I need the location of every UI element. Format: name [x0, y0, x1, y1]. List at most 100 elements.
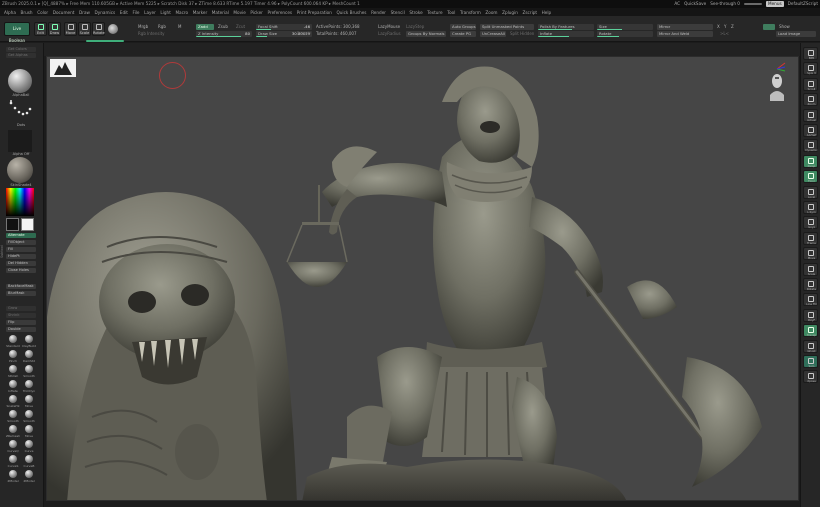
- lazy-step-slider[interactable]: LazyStep: [406, 24, 424, 29]
- material-thumbnail-icon[interactable]: [7, 157, 33, 183]
- view-floor-button[interactable]: Floor: [803, 170, 818, 184]
- view-ghost-button[interactable]: Ghost: [803, 339, 818, 353]
- view-local-button[interactable]: Local: [803, 185, 818, 199]
- menu-color[interactable]: Color: [37, 10, 48, 15]
- lazy-mouse-button[interactable]: LazyMouse: [378, 24, 400, 29]
- groups-by-normals-button[interactable]: Groups By Normals: [406, 31, 446, 37]
- viewport-canvas[interactable]: [46, 56, 799, 501]
- view-gxyz-button[interactable]: Gxyz: [803, 216, 818, 230]
- quicksave-button[interactable]: QuickSave: [684, 0, 706, 8]
- create-pg-button[interactable]: Create PG: [450, 31, 476, 37]
- color-mode-icon[interactable]: [108, 24, 118, 34]
- menu-document[interactable]: Document: [53, 10, 75, 15]
- axis-x-toggle[interactable]: X: [717, 24, 720, 29]
- size-slider[interactable]: Size: [597, 24, 653, 30]
- split-hidden-button[interactable]: Split Hidden: [510, 31, 534, 36]
- view-xpose-button[interactable]: Xpose: [803, 370, 818, 384]
- menu-render[interactable]: Render: [371, 10, 386, 15]
- ai-button[interactable]: AC: [674, 0, 680, 8]
- view-frame-button[interactable]: Frame: [803, 231, 818, 245]
- mirror-button[interactable]: Mirror: [657, 24, 713, 30]
- focal-shift-slider[interactable]: Focal Shift -46: [256, 24, 312, 30]
- menu-zoom[interactable]: Zoom: [485, 10, 497, 15]
- view-bpr-button[interactable]: BPR: [803, 47, 818, 60]
- rotate-button[interactable]: Rotate: [92, 22, 105, 36]
- color-swatch-secondary[interactable]: [21, 218, 34, 231]
- view-rotate-button[interactable]: Rotate: [803, 278, 818, 291]
- view-actual-button[interactable]: Actual: [803, 108, 818, 122]
- draw-button[interactable]: Draw: [48, 22, 61, 36]
- zadd-button[interactable]: Zadd: [196, 24, 214, 30]
- view-spix-3-button[interactable]: Spix 3: [803, 62, 818, 76]
- double-button[interactable]: Double: [6, 327, 36, 332]
- axis-y-toggle[interactable]: Y: [724, 24, 726, 29]
- view-persp-button[interactable]: Persp: [803, 154, 818, 168]
- inflate-slider[interactable]: Inflate: [538, 31, 594, 37]
- see-through-track[interactable]: [743, 3, 762, 5]
- menu-brush[interactable]: Brush: [21, 10, 33, 15]
- lazy-radius-slider[interactable]: LazyRadius: [378, 31, 401, 36]
- blur-mask-button[interactable]: BlurMask: [6, 291, 36, 296]
- stroke-dots-icon[interactable]: [8, 99, 32, 121]
- auto-groups-button[interactable]: Auto Groups: [450, 24, 476, 30]
- show-toggle[interactable]: [763, 24, 775, 30]
- menu-light[interactable]: Light: [160, 10, 170, 15]
- mrgb-button[interactable]: Mrgb: [138, 24, 148, 29]
- menu-marker[interactable]: Marker: [193, 10, 207, 15]
- menu-zplugin[interactable]: Zplugin: [502, 10, 518, 15]
- view-scale-button[interactable]: Scale: [803, 262, 818, 276]
- view-transp-button[interactable]: Transp: [803, 324, 818, 338]
- menu-transform[interactable]: Transform: [460, 10, 481, 15]
- menu-picker[interactable]: Picker: [250, 10, 262, 15]
- scale-button[interactable]: Scale: [78, 22, 91, 36]
- view-polyf-button[interactable]: PolyF: [803, 308, 818, 322]
- uncrease-all-button[interactable]: UnCreaseAll: [480, 31, 506, 37]
- mirror-and-weld-button[interactable]: Mirror And Weld: [657, 31, 713, 37]
- menu-movie[interactable]: Movie: [233, 10, 245, 15]
- alternate-button[interactable]: Alternate: [6, 233, 36, 238]
- menu-draw[interactable]: Draw: [79, 10, 90, 15]
- view-scroll-button[interactable]: Scroll: [803, 77, 818, 91]
- backface-mask-button[interactable]: BackfaceMask: [6, 284, 36, 289]
- menu-alpha[interactable]: Alpha: [4, 10, 16, 15]
- menu-preferences[interactable]: Preferences: [267, 10, 292, 15]
- view-l-sym-button[interactable]: L.Sym: [803, 201, 818, 214]
- view-solo-button[interactable]: Solo: [803, 355, 818, 368]
- zcut-button[interactable]: Zcut: [236, 24, 245, 29]
- menu-print-preparation[interactable]: Print Preparation: [297, 10, 332, 15]
- close-holes-button[interactable]: Close Holes: [6, 268, 36, 273]
- get-alphas-button[interactable]: Get Alphas: [6, 53, 36, 58]
- view-zoom-button[interactable]: Zoom: [803, 93, 818, 107]
- get-colors-button[interactable]: Get Colors: [6, 47, 36, 52]
- menu-tool[interactable]: Tool: [447, 10, 455, 15]
- menu-layer[interactable]: Layer: [144, 10, 156, 15]
- view-aahalf-button[interactable]: AAHalf: [803, 124, 818, 137]
- move-button[interactable]: Move: [64, 22, 77, 36]
- z-intensity-slider[interactable]: Z Intensity 80: [196, 31, 252, 37]
- menu-quick-brushes[interactable]: Quick Brushes: [336, 10, 366, 15]
- menu-texture[interactable]: Texture: [427, 10, 442, 15]
- rgb-intensity-slider[interactable]: Rgb Intensity: [138, 31, 165, 36]
- rgb-button[interactable]: Rgb: [158, 24, 166, 29]
- view-dynamic-button[interactable]: Dynamic: [803, 139, 818, 153]
- menu-stroke[interactable]: Stroke: [409, 10, 422, 15]
- local-sym-toggle[interactable]: >L<: [720, 31, 729, 36]
- menu-material[interactable]: Material: [212, 10, 229, 15]
- live-boolean-button[interactable]: Live Boolean: [4, 22, 30, 43]
- fill-button[interactable]: Fill: [6, 247, 36, 252]
- default-zscript-button[interactable]: DefaultZScript: [788, 0, 818, 8]
- brush-thumbnail-icon[interactable]: [8, 69, 32, 93]
- load-image-button[interactable]: Load Image: [776, 31, 816, 37]
- shrink-button[interactable]: Shrink: [6, 313, 36, 318]
- view-line-fill-button[interactable]: Line Fill: [803, 293, 818, 307]
- view-move-button[interactable]: Move: [803, 247, 818, 261]
- menu-macro[interactable]: Macro: [175, 10, 188, 15]
- m-button[interactable]: M: [178, 24, 181, 29]
- edit-button[interactable]: Edit: [34, 22, 47, 36]
- flip-button[interactable]: Flip: [6, 320, 36, 325]
- grow-button[interactable]: Grow: [6, 306, 36, 311]
- split-unmasked-button[interactable]: Split Unmasked Points: [480, 24, 534, 30]
- del-hidden-button[interactable]: Del Hidden: [6, 261, 36, 266]
- menu-edit[interactable]: Edit: [120, 10, 128, 15]
- see-through-slider[interactable]: See-through 0: [710, 0, 740, 8]
